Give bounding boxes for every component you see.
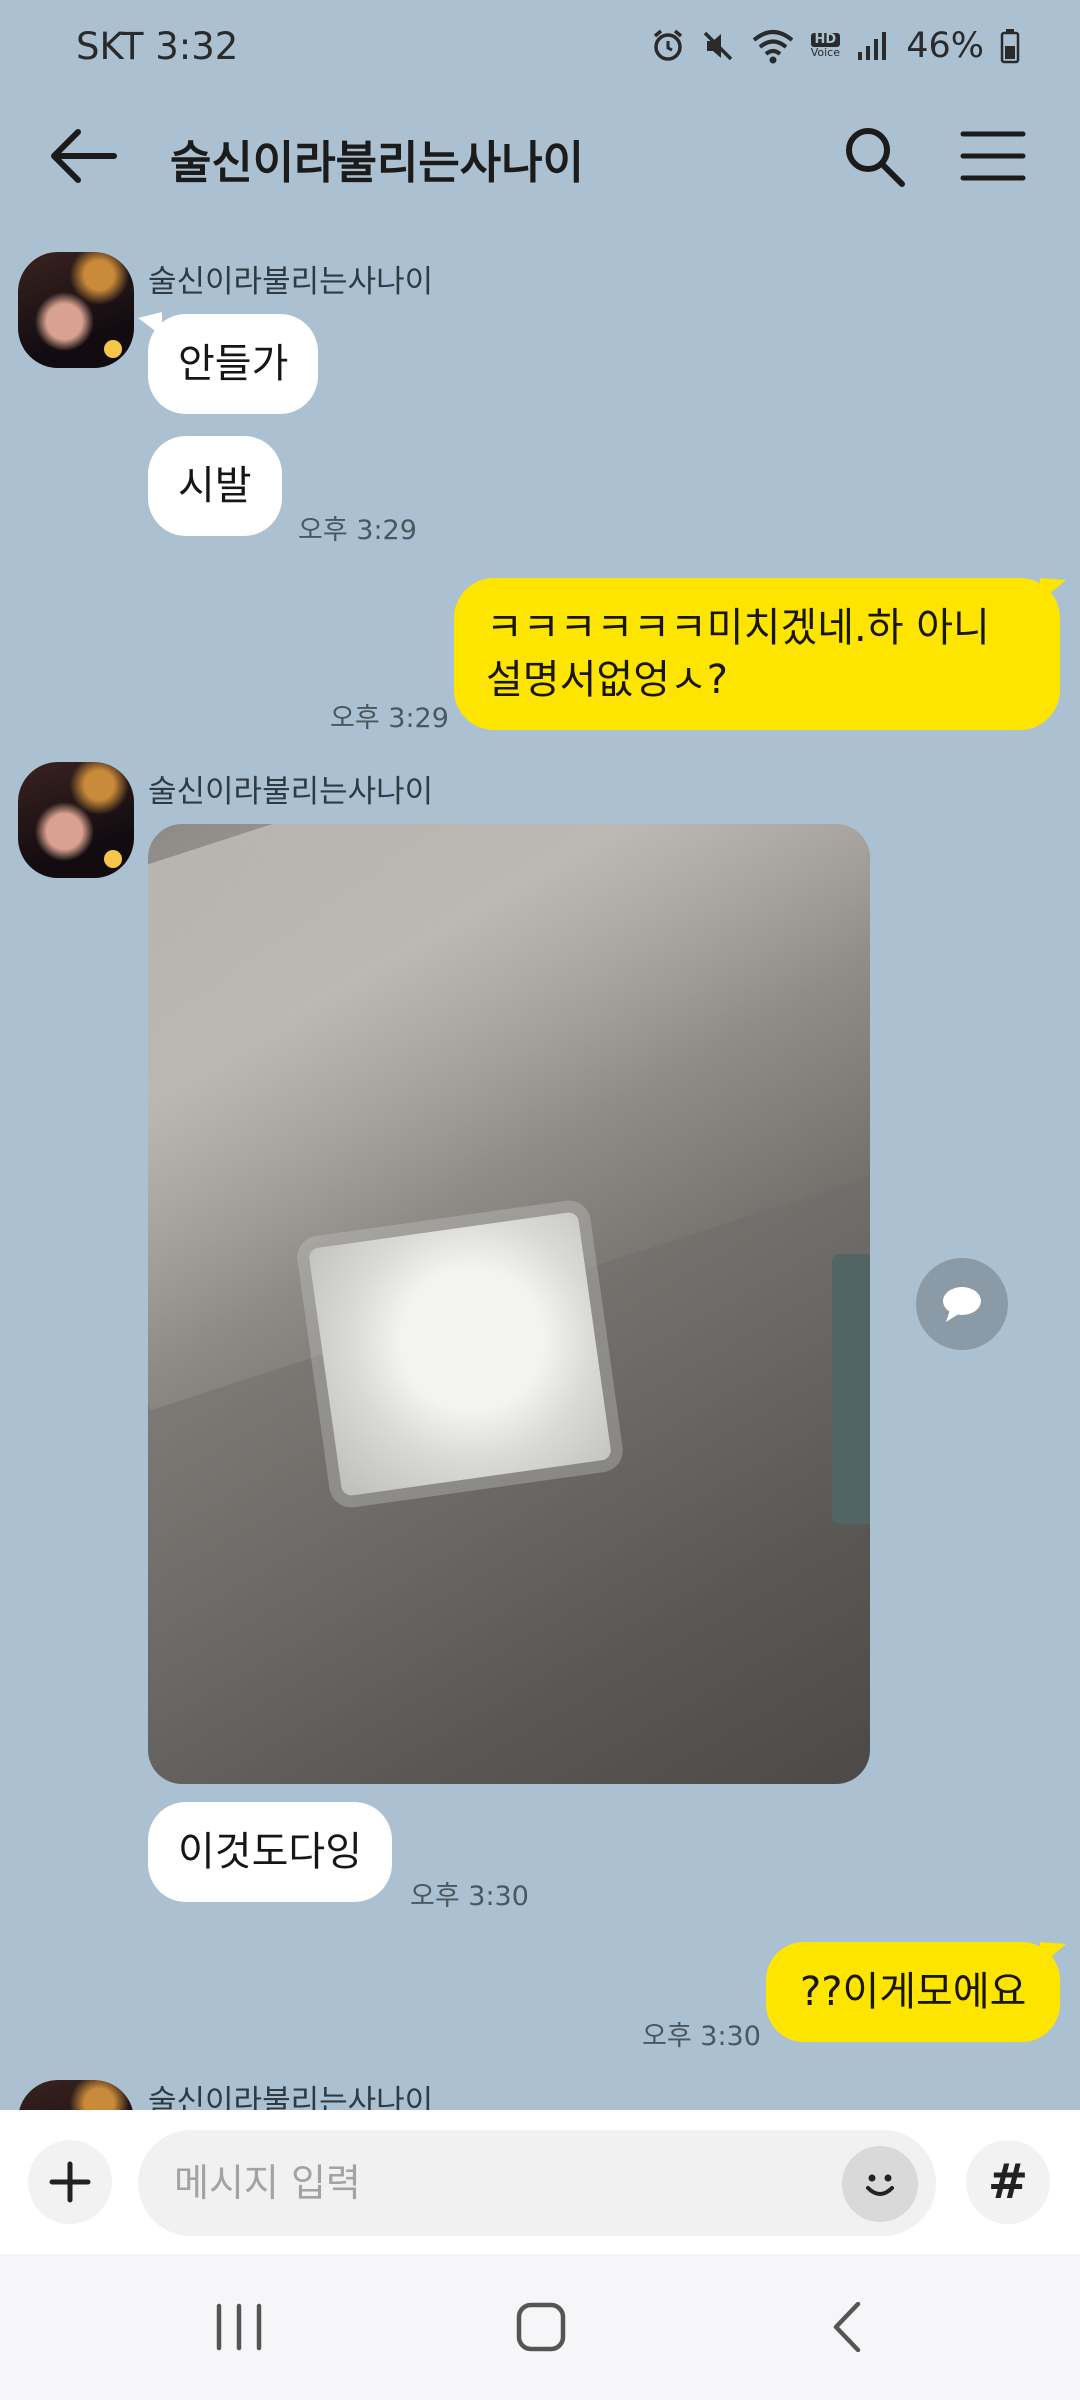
menu-icon[interactable] <box>960 126 1026 186</box>
message-time: 오후 3:30 <box>410 1881 529 1912</box>
smiley-icon <box>866 2174 894 2196</box>
avatar-emoji-icon <box>104 340 122 358</box>
recent-apps-icon[interactable] <box>212 2302 266 2352</box>
mute-icon <box>703 31 732 61</box>
partial-message-row: 술신이라불리는사나이 <box>0 2080 1080 2110</box>
message-time: 오후 3:30 <box>642 2021 761 2052</box>
attach-button[interactable] <box>28 2140 112 2224</box>
avatar[interactable] <box>18 252 134 368</box>
chat-header: 술신이라불리는사나이 <box>0 100 1080 212</box>
wifi-icon <box>752 30 793 64</box>
plus-icon <box>49 2161 91 2203</box>
hashtag-search-button[interactable]: # <box>966 2140 1050 2224</box>
message-bubble[interactable]: 시발 <box>148 436 282 536</box>
speech-bubble-icon <box>943 1287 981 1322</box>
message-bubble[interactable]: 이것도다잉 <box>148 1802 392 1902</box>
signal-icon <box>858 32 887 60</box>
hd-voice-icon: HD Voice <box>810 33 841 59</box>
status-icons: HD Voice 46% <box>651 26 1020 66</box>
avatar-emoji-icon <box>104 850 122 868</box>
share-button[interactable] <box>916 1258 1008 1350</box>
message-input-bar: # <box>0 2110 1080 2254</box>
message-bubble[interactable]: ??이게모에요 <box>766 1942 1061 2042</box>
back-arrow-icon[interactable] <box>48 126 120 186</box>
sender-name: 술신이라불리는사나이 <box>148 2084 434 2110</box>
system-nav-bar <box>0 2254 1080 2400</box>
alarm-icon <box>653 29 682 61</box>
sender-name: 술신이라불리는사나이 <box>148 774 434 810</box>
photo-box-edge <box>832 1254 870 1524</box>
photo-bag <box>307 1211 613 1497</box>
chat-title: 술신이라불리는사나이 <box>170 136 585 189</box>
message-time: 오후 3:29 <box>298 515 417 546</box>
hd-label: HD <box>810 33 841 47</box>
message-input[interactable] <box>138 2130 936 2236</box>
battery-icon <box>1000 29 1020 64</box>
status-bar: SKT 3:32 HD Voice 46% <box>0 0 1080 92</box>
search-icon[interactable] <box>840 122 908 190</box>
home-icon[interactable] <box>514 2302 568 2352</box>
avatar[interactable] <box>18 2080 134 2110</box>
photo-message[interactable] <box>148 824 870 1784</box>
avatar[interactable] <box>18 762 134 878</box>
sender-name: 술신이라불리는사나이 <box>148 264 434 300</box>
voice-label: Voice <box>810 46 840 59</box>
message-bubble[interactable]: ㅋㅋㅋㅋㅋㅋ미치겠네.하 아니 설명서없엉ㅅ? <box>454 578 1060 730</box>
message-bubble[interactable]: 안들가 <box>148 314 319 414</box>
message-time: 오후 3:29 <box>330 703 449 734</box>
emoji-button[interactable] <box>842 2146 918 2222</box>
back-nav-icon[interactable] <box>822 2302 876 2352</box>
battery-percent: 46% <box>906 26 984 66</box>
carrier-time: SKT 3:32 <box>76 24 239 68</box>
